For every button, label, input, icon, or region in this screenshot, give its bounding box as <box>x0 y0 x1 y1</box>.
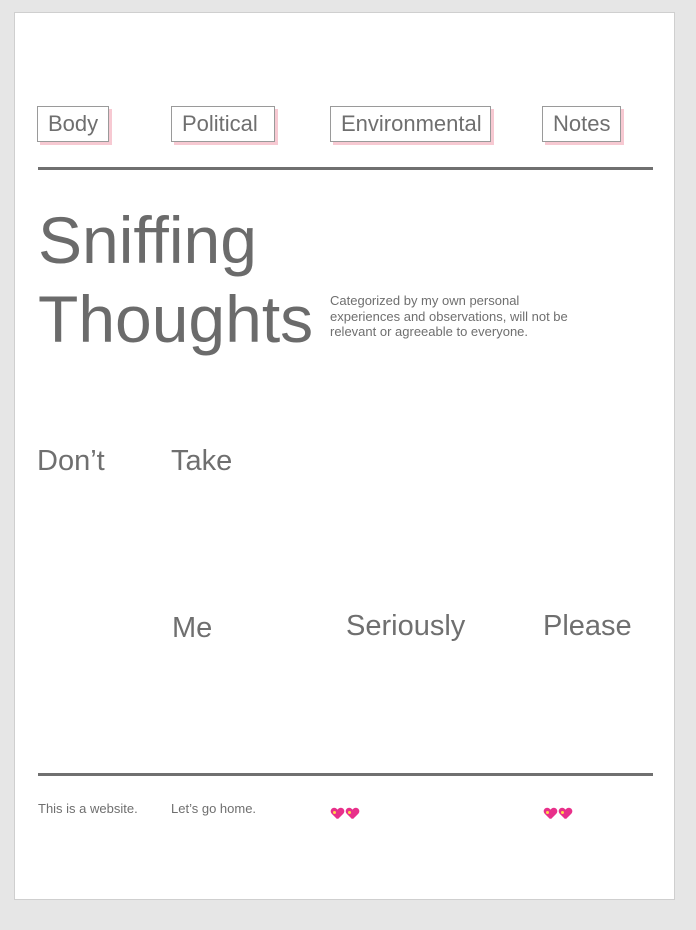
sparkling-heart-icon <box>331 808 344 821</box>
bottom-divider <box>38 773 653 776</box>
footer-text-home[interactable]: Let’s go home. <box>171 801 256 817</box>
nav-body-button[interactable]: Body <box>37 106 110 142</box>
top-divider <box>38 167 653 170</box>
nav-environmental-button[interactable]: Environmental <box>330 106 491 142</box>
sparkling-heart-icon <box>346 808 359 821</box>
page-title-line2: Thoughts <box>38 282 314 356</box>
sparkling-hearts-icon <box>544 808 574 824</box>
page-card: Body Political Environmental Notes Sniff… <box>14 12 675 900</box>
word-me: Me <box>172 612 213 644</box>
word-dont: Don’t <box>37 445 105 477</box>
word-take: Take <box>171 445 233 477</box>
word-please: Please <box>543 610 632 642</box>
sparkling-hearts-icon <box>331 808 361 824</box>
sparkling-heart-icon <box>559 808 572 821</box>
sparkling-heart-icon <box>544 808 557 821</box>
nav-notes-button[interactable]: Notes <box>542 106 622 142</box>
page-description: Categorized by my own personal experienc… <box>330 293 568 339</box>
page-title-line1: Sniffing <box>38 203 257 277</box>
word-seriously: Seriously <box>346 610 466 642</box>
footer-text-website: This is a website. <box>38 801 138 816</box>
nav-political-button[interactable]: Political <box>171 106 275 142</box>
